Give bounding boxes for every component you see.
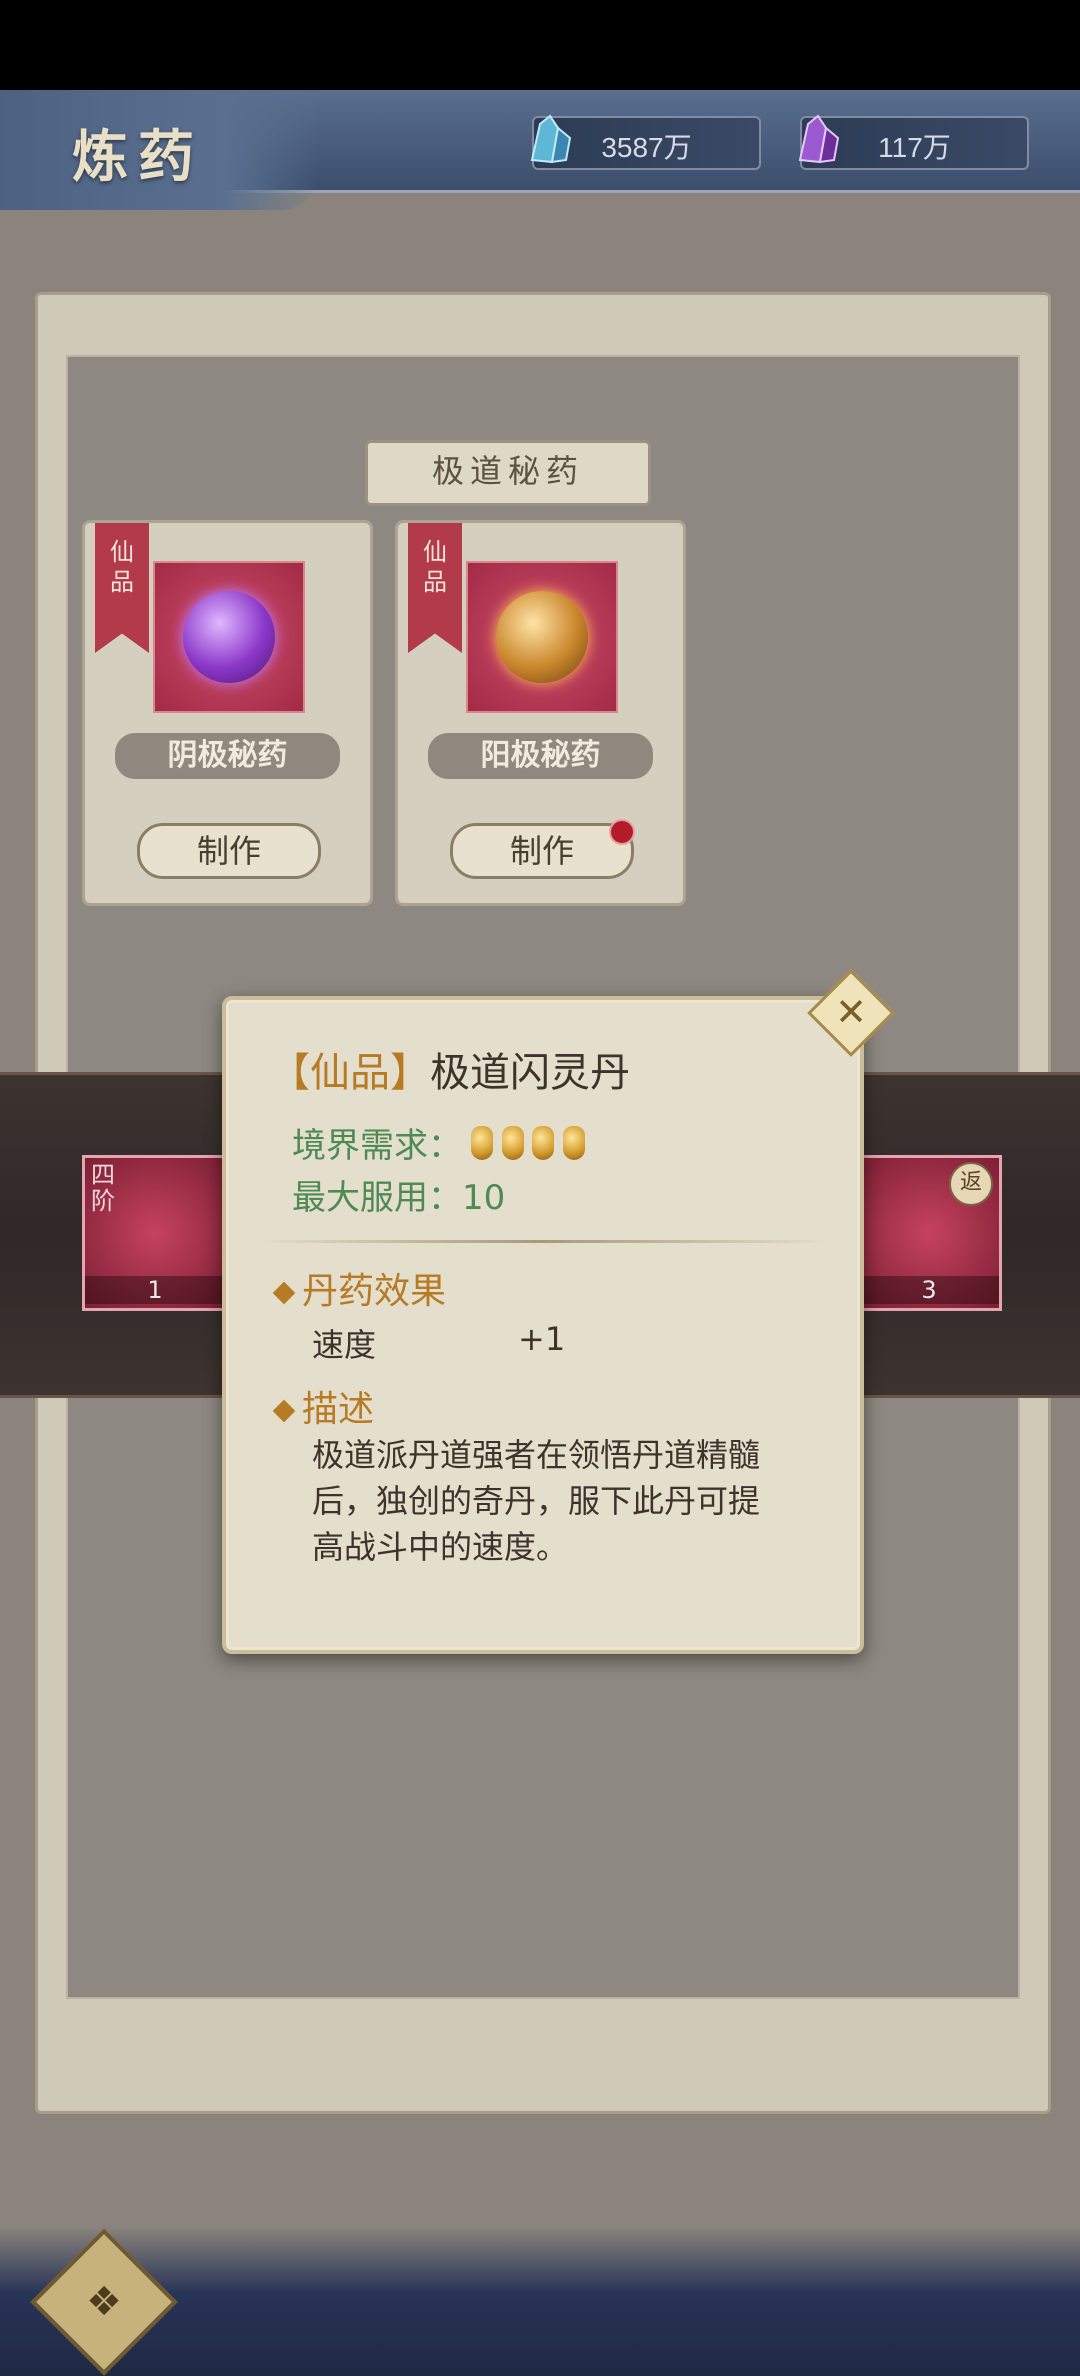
currency-crystal-blue[interactable]: 3587万 xyxy=(530,114,761,170)
currency-value-blue: 3587万 xyxy=(601,132,692,163)
divider xyxy=(256,1240,830,1243)
slot-count: 1 xyxy=(85,1276,225,1304)
recipe-card-yang[interactable]: 仙品 阳极秘药 制作 xyxy=(395,520,686,906)
coin-icon xyxy=(501,1126,524,1160)
coin-icon xyxy=(532,1126,555,1160)
item-image xyxy=(466,561,618,713)
realm-requirement: 境界需求： xyxy=(292,1118,586,1169)
item-image xyxy=(153,561,305,713)
realm-coin-icons xyxy=(470,1126,586,1169)
description-text: 极道派丹道强者在领悟丹道精髓后，独创的奇丹，服下此丹可提高战斗中的速度。 xyxy=(312,1436,761,1566)
ornament-icon: ❖ xyxy=(86,2279,122,2325)
tier-label: 四阶 xyxy=(91,1161,115,1215)
effect-heading: 丹药效果 xyxy=(272,1262,447,1314)
quality-ribbon: 仙品 xyxy=(408,523,462,653)
make-button[interactable]: 制作 xyxy=(137,823,321,879)
quality-label: 仙品 xyxy=(423,538,447,596)
item-name: 阴极秘药 xyxy=(115,733,340,779)
section-title-tab: 极道秘药 xyxy=(365,440,651,506)
slot-count: 3 xyxy=(859,1276,999,1304)
coin-icon xyxy=(563,1126,586,1160)
effect-title: 丹药效果 xyxy=(302,1271,447,1312)
currency-value-purple: 117万 xyxy=(878,132,951,163)
effect-value: +1 xyxy=(518,1320,566,1358)
realm-label: 境界需求： xyxy=(292,1126,462,1166)
effect-stat: 速度 xyxy=(312,1326,377,1364)
desc-heading: 描述 xyxy=(272,1380,375,1432)
coin-icon xyxy=(470,1126,493,1160)
desc-title: 描述 xyxy=(302,1389,375,1430)
diamond-icon xyxy=(272,1281,296,1305)
top-bar: 炼药 3587万 117万 xyxy=(0,90,1080,210)
pill-slot-1[interactable]: 四阶 1 xyxy=(82,1155,228,1311)
gold-orb-icon xyxy=(496,591,588,683)
pill-detail-popup: ✕ 【仙品】极道闪灵丹 境界需求： 最大服用：10 丹药效果 速度 +1 描述 … xyxy=(222,969,895,1654)
close-icon: ✕ xyxy=(835,990,867,1034)
return-badge: 返 xyxy=(949,1162,993,1206)
popup-item-name: 极道闪灵丹 xyxy=(430,1050,630,1096)
max-label: 最大服用： xyxy=(292,1178,462,1218)
popup-title: 【仙品】极道闪灵丹 xyxy=(270,1040,630,1098)
purple-orb-icon xyxy=(183,591,275,683)
max-value: 10 xyxy=(462,1178,506,1218)
make-button[interactable]: 制作 xyxy=(450,823,634,879)
page: 炼药 3587万 117万 极道秘药 仙品 阴极秘药 制作 仙品 阳极秘药 制作… xyxy=(0,90,1080,2376)
currency-crystal-purple[interactable]: 117万 xyxy=(798,114,1029,170)
quality-ribbon: 仙品 xyxy=(95,523,149,653)
quality-label: 仙品 xyxy=(110,538,134,596)
page-title: 炼药 xyxy=(72,124,204,190)
diamond-icon xyxy=(272,1399,296,1423)
recipe-card-yin[interactable]: 仙品 阴极秘药 制作 xyxy=(82,520,373,906)
notification-dot xyxy=(609,819,635,845)
item-name: 阳极秘药 xyxy=(428,733,653,779)
max-consume: 最大服用：10 xyxy=(292,1170,505,1219)
popup-quality: 【仙品】 xyxy=(270,1050,430,1096)
pill-slot-3[interactable]: 返 3 xyxy=(856,1155,1002,1311)
